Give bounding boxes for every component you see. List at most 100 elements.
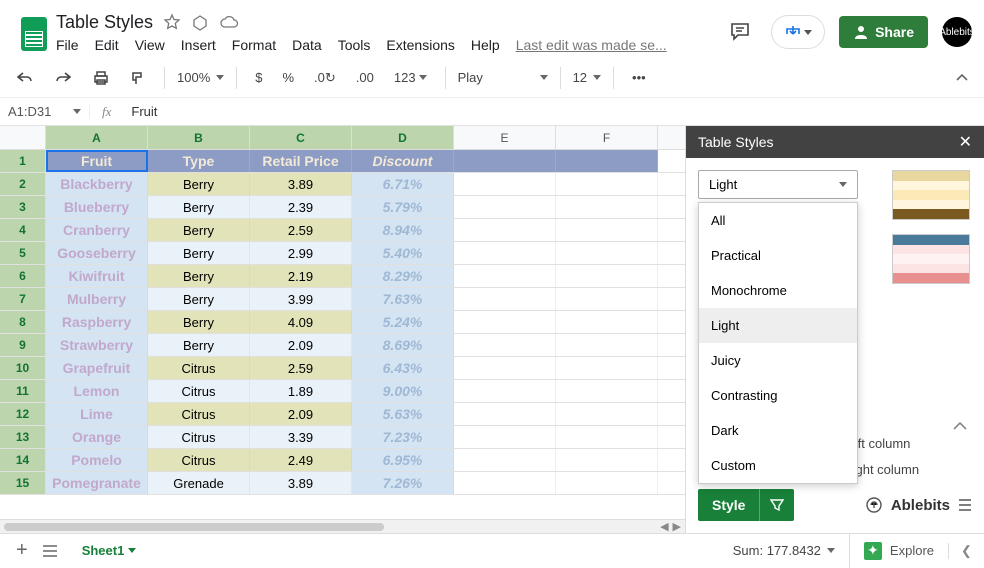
cell[interactable]: 9.00% [352, 380, 454, 402]
cell[interactable] [454, 288, 556, 310]
cell[interactable]: 2.99 [250, 242, 352, 264]
cell[interactable]: Retail Price [250, 150, 352, 172]
cell[interactable] [556, 150, 658, 172]
row-header[interactable]: 11 [0, 380, 46, 402]
option-contrasting[interactable]: Contrasting [699, 378, 857, 413]
cell[interactable] [556, 196, 658, 218]
decrease-decimal-button[interactable]: .0↻ [308, 66, 342, 90]
sheet-tab-1[interactable]: Sheet1 [72, 535, 147, 566]
cell[interactable]: 2.59 [250, 219, 352, 241]
cell[interactable] [556, 403, 658, 425]
cell[interactable]: 1.89 [250, 380, 352, 402]
zoom-select[interactable]: 100% [177, 70, 224, 85]
cell[interactable]: Berry [148, 219, 250, 241]
cell[interactable]: Orange [46, 426, 148, 448]
col-header-e[interactable]: E [454, 126, 556, 149]
cell[interactable] [556, 334, 658, 356]
cell[interactable]: 6.95% [352, 449, 454, 471]
cell[interactable] [556, 242, 658, 264]
row-header[interactable]: 6 [0, 265, 46, 287]
menu-file[interactable]: File [56, 37, 79, 53]
option-dark[interactable]: Dark [699, 413, 857, 448]
cell[interactable] [454, 449, 556, 471]
menu-view[interactable]: View [135, 37, 165, 53]
cell[interactable]: Citrus [148, 357, 250, 379]
cell[interactable]: Berry [148, 173, 250, 195]
col-header-b[interactable]: B [148, 126, 250, 149]
currency-button[interactable]: $ [249, 66, 268, 89]
cell[interactable]: 8.29% [352, 265, 454, 287]
sidebar-menu-icon[interactable] [958, 498, 972, 512]
cell[interactable]: Grapefruit [46, 357, 148, 379]
menu-data[interactable]: Data [292, 37, 322, 53]
cell[interactable]: 3.89 [250, 173, 352, 195]
cell[interactable]: Berry [148, 242, 250, 264]
option-light[interactable]: Light [699, 308, 857, 343]
cell[interactable] [454, 357, 556, 379]
cell[interactable] [556, 472, 658, 494]
cell[interactable]: 7.63% [352, 288, 454, 310]
cell[interactable] [556, 265, 658, 287]
cell[interactable]: Blackberry [46, 173, 148, 195]
cell[interactable]: 2.09 [250, 334, 352, 356]
col-header-d[interactable]: D [352, 126, 454, 149]
cell[interactable]: Pomegranate [46, 472, 148, 494]
cell[interactable]: Strawberry [46, 334, 148, 356]
cell[interactable]: 5.24% [352, 311, 454, 333]
apply-style-button[interactable]: Style [698, 489, 759, 521]
cell[interactable]: Type [148, 150, 250, 172]
cell[interactable]: Citrus [148, 403, 250, 425]
close-sidebar-button[interactable]: ✕ [959, 132, 972, 152]
cell[interactable] [556, 173, 658, 195]
cell[interactable] [454, 196, 556, 218]
cell[interactable]: Berry [148, 334, 250, 356]
row-header[interactable]: 3 [0, 196, 46, 218]
cell[interactable]: Gooseberry [46, 242, 148, 264]
more-formats-button[interactable]: 123 [388, 66, 433, 89]
more-toolbar-button[interactable]: ••• [626, 66, 652, 89]
row-header[interactable]: 4 [0, 219, 46, 241]
cell[interactable]: 6.43% [352, 357, 454, 379]
cell[interactable] [454, 426, 556, 448]
comments-button[interactable] [723, 15, 757, 49]
cell[interactable]: 2.59 [250, 357, 352, 379]
cell[interactable]: 8.94% [352, 219, 454, 241]
cell[interactable] [556, 449, 658, 471]
cloud-icon[interactable] [219, 14, 239, 30]
option-practical[interactable]: Practical [699, 238, 857, 273]
cell[interactable]: Discount [352, 150, 454, 172]
cell[interactable]: 3.39 [250, 426, 352, 448]
cell[interactable] [556, 219, 658, 241]
menu-insert[interactable]: Insert [181, 37, 216, 53]
present-button[interactable] [771, 15, 825, 49]
sheets-logo[interactable] [21, 17, 47, 51]
quick-sum[interactable]: Sum: 177.8432 [719, 543, 849, 558]
style-category-select[interactable]: Light [698, 170, 858, 199]
cell[interactable] [556, 380, 658, 402]
cell[interactable]: 6.71% [352, 173, 454, 195]
account-avatar[interactable]: Ablebits [942, 17, 972, 47]
all-sheets-button[interactable] [42, 544, 58, 558]
cell[interactable]: 2.19 [250, 265, 352, 287]
row-header[interactable]: 12 [0, 403, 46, 425]
row-header[interactable]: 10 [0, 357, 46, 379]
redo-button[interactable] [48, 67, 78, 89]
cell[interactable]: Berry [148, 196, 250, 218]
cell[interactable]: Fruit [46, 150, 148, 172]
collapse-side-button[interactable]: ❮ [948, 543, 984, 559]
cell-reference-box[interactable]: A1:D31 [0, 104, 90, 119]
cell[interactable] [454, 311, 556, 333]
cell[interactable]: 3.99 [250, 288, 352, 310]
cell[interactable]: Blueberry [46, 196, 148, 218]
increase-decimal-button[interactable]: .00 [350, 66, 380, 89]
option-custom[interactable]: Custom [699, 448, 857, 483]
cell[interactable]: Citrus [148, 380, 250, 402]
cell[interactable]: Raspberry [46, 311, 148, 333]
row-header[interactable]: 8 [0, 311, 46, 333]
scroll-templates-up[interactable] [952, 418, 968, 434]
cell[interactable]: 5.63% [352, 403, 454, 425]
cell[interactable]: 5.40% [352, 242, 454, 264]
cell[interactable] [454, 403, 556, 425]
row-header[interactable]: 5 [0, 242, 46, 264]
menu-extensions[interactable]: Extensions [386, 37, 454, 53]
